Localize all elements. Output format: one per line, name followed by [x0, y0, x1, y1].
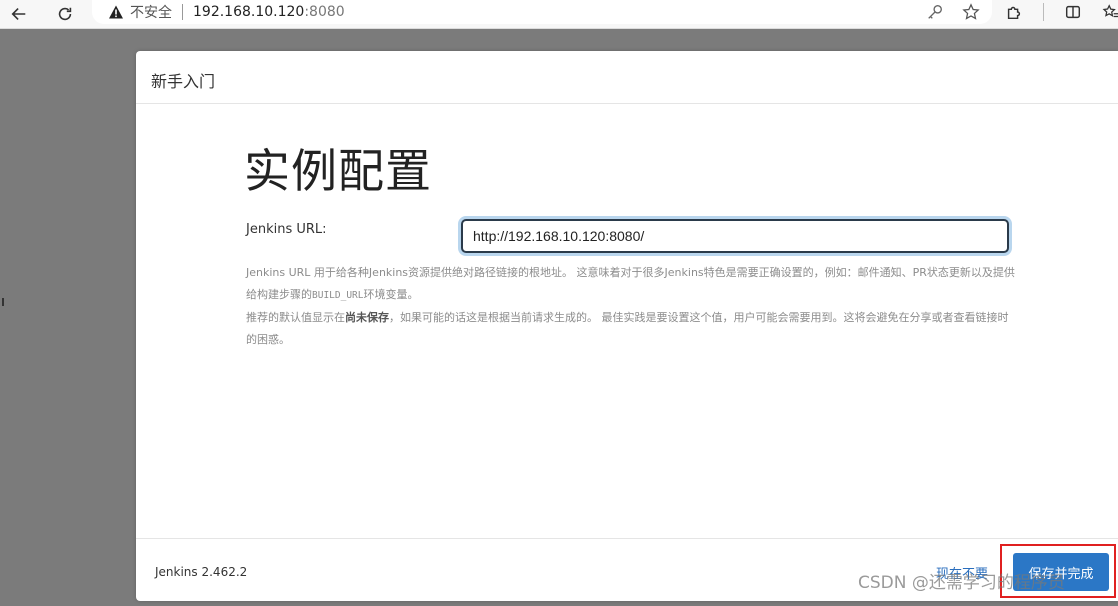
- toolbar-separator: [1043, 3, 1044, 21]
- address-bar[interactable]: 不安全 192.168.10.120:8080: [92, 0, 992, 24]
- help-paragraph-1: Jenkins URL 用于给各种Jenkins资源提供绝对路径链接的根地址。 …: [246, 262, 1016, 307]
- puzzle-icon[interactable]: [1005, 3, 1023, 21]
- url-port: :8080: [304, 4, 345, 20]
- address-actions: [926, 3, 980, 21]
- browser-toolbar: 不安全 192.168.10.120:8080: [0, 0, 1118, 29]
- key-icon[interactable]: [926, 3, 944, 21]
- reload-icon: [58, 7, 72, 21]
- jenkins-url-help: Jenkins URL 用于给各种Jenkins资源提供绝对路径链接的根地址。 …: [246, 262, 1016, 351]
- help-p1-code: BUILD_URL: [312, 290, 364, 301]
- dialog-header-title: 新手入门: [151, 72, 216, 91]
- insecure-label: 不安全: [130, 5, 172, 21]
- jenkins-version: Jenkins 2.462.2: [155, 565, 248, 579]
- help-paragraph-2: 推荐的默认值显示在尚未保存，如果可能的话这是根据当前请求生成的。 最佳实践是要设…: [246, 307, 1016, 351]
- page-title: 实例配置: [244, 144, 432, 198]
- jenkins-url-input[interactable]: [461, 219, 1009, 253]
- reload-button[interactable]: [52, 1, 78, 27]
- help-p2-bold: 尚未保存: [345, 311, 389, 324]
- jenkins-url-label: Jenkins URL:: [246, 222, 327, 237]
- help-p2-text-a: 推荐的默认值显示在: [246, 311, 345, 324]
- back-button[interactable]: [6, 1, 32, 27]
- warning-triangle-icon: [108, 4, 124, 20]
- arrow-left-icon: [11, 8, 26, 20]
- help-p1-text-b: 环境变量。: [363, 288, 419, 301]
- url-host: 192.168.10.120: [193, 4, 305, 20]
- dialog-header: 新手入门: [136, 51, 1118, 104]
- favorites-icon[interactable]: [1102, 3, 1118, 21]
- watermark: CSDN @还需学习的程序员: [858, 573, 1065, 593]
- setup-dialog: 新手入门 实例配置 Jenkins URL: Jenkins URL 用于给各种…: [136, 51, 1118, 601]
- star-icon[interactable]: [962, 3, 980, 21]
- split-screen-icon[interactable]: [1064, 3, 1082, 21]
- cursor-mark: [2, 298, 4, 306]
- address-separator: [182, 4, 183, 20]
- browser-extra-actions: [1005, 3, 1118, 21]
